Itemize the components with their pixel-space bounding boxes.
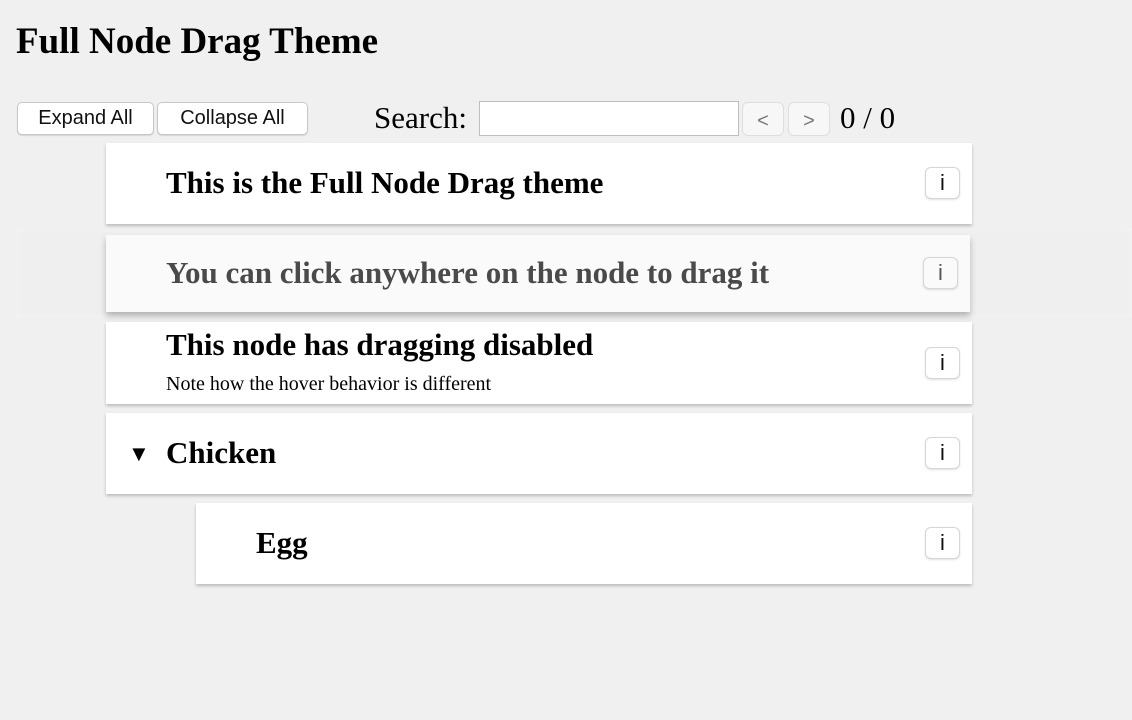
info-icon-button[interactable]: i [925,437,960,469]
previous-match-button[interactable]: < [742,102,784,136]
page-title: Full Node Drag Theme [16,21,379,62]
info-icon-button[interactable]: i [925,347,960,379]
node-subtitle: Note how the hover behavior is different [166,373,492,395]
toolbar: Expand All Collapse All Search: < > 0 / … [0,100,1132,138]
info-icon-button[interactable]: i [925,527,960,559]
collapse-all-button[interactable]: Collapse All [157,102,308,135]
node-title: This is the Full Node Drag theme [166,165,604,200]
collapse-toggle-icon[interactable]: ▼ [128,442,150,466]
next-match-button[interactable]: > [788,102,830,136]
tree-node-drag-disabled: This node has dragging disabled Note how… [106,322,972,404]
search-label: Search: [374,100,467,135]
node-title: Egg [256,525,308,560]
expand-all-button[interactable]: Expand All [17,102,154,135]
info-icon-button[interactable]: i [925,167,960,199]
search-input[interactable] [479,101,739,136]
node-title: Chicken [166,435,277,470]
node-title: You can click anywhere on the node to dr… [166,255,770,290]
tree-node[interactable]: ▼ Chicken i [106,413,972,494]
tree-node[interactable]: You can click anywhere on the node to dr… [106,235,970,312]
tree-node[interactable]: This is the Full Node Drag theme i [106,143,972,224]
node-title: This node has dragging disabled [166,327,594,362]
info-icon-button[interactable]: i [923,257,958,289]
search-match-count: 0 / 0 [840,100,896,135]
tree-node[interactable]: Egg i [196,503,972,584]
